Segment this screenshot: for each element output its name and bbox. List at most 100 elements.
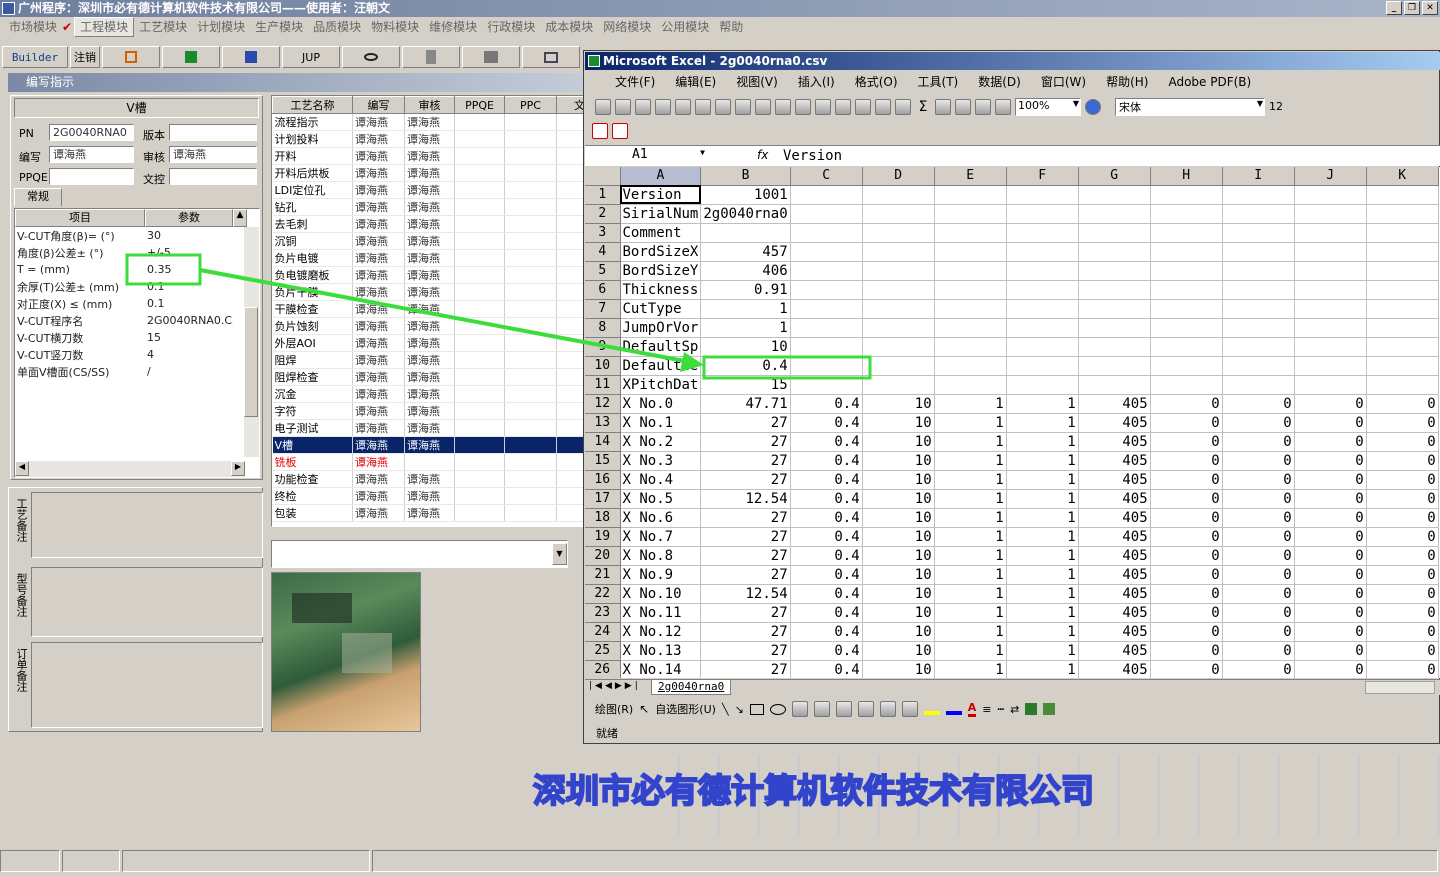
sheet-cell[interactable]: X No.4 <box>620 470 702 490</box>
sheet-cell[interactable] <box>1078 185 1151 205</box>
sheet-cell[interactable] <box>1222 185 1295 205</box>
sheet-cell[interactable]: 1 <box>1006 489 1079 509</box>
sheet-cell[interactable] <box>790 318 863 338</box>
excel-menu-item[interactable]: 插入(I) <box>798 73 835 90</box>
process-row[interactable]: 沉铜 谭海燕 谭海燕 <box>272 232 584 250</box>
sheet-cell[interactable] <box>1294 299 1367 319</box>
sheet-cell[interactable] <box>862 356 935 376</box>
menu-item-4[interactable]: 生产模块 <box>250 18 308 36</box>
excel-menu-item[interactable]: 文件(F) <box>615 73 655 90</box>
row-header[interactable]: 9 <box>585 337 621 357</box>
sheet-cell[interactable] <box>1366 280 1439 300</box>
sheet-cell[interactable]: 10 <box>862 603 935 623</box>
column-header[interactable]: B <box>700 167 791 186</box>
row-header[interactable]: 20 <box>585 546 621 566</box>
menu-item-10[interactable]: 网络模块 <box>598 18 656 36</box>
fill-color-icon[interactable] <box>923 703 940 715</box>
param-value[interactable]: 2G0040RNA0.CSV <box>145 312 233 329</box>
sheet-cell[interactable] <box>1366 337 1439 357</box>
sheet-cell[interactable] <box>1006 318 1079 338</box>
tool-icon-1[interactable] <box>102 46 160 68</box>
sheet-cell[interactable]: 0 <box>1366 660 1439 678</box>
sheet-cell[interactable]: 1 <box>934 546 1007 566</box>
scroll-thumb[interactable] <box>244 307 258 417</box>
sheet-cell[interactable] <box>1006 242 1079 262</box>
sheet-cell[interactable]: X No.7 <box>620 527 702 547</box>
sheet-cell[interactable]: 0 <box>1150 413 1223 433</box>
line-color-icon[interactable] <box>945 703 962 715</box>
sheet-cell[interactable]: 0 <box>1150 451 1223 471</box>
sheet-cell[interactable]: 10 <box>862 432 935 452</box>
name-box-dropdown-icon[interactable]: ▼ <box>700 148 705 157</box>
textbox-icon[interactable] <box>791 701 808 717</box>
sheet-cell[interactable]: 405 <box>1078 432 1151 452</box>
sheet-cell[interactable]: 1 <box>934 641 1007 661</box>
diagram-icon[interactable] <box>857 701 874 717</box>
process-row[interactable]: 钻孔 谭海燕 谭海燕 <box>272 198 584 216</box>
sheet-cell[interactable]: 27 <box>700 641 791 661</box>
column-header[interactable]: F <box>1006 167 1079 186</box>
sheet-cell[interactable] <box>1006 204 1079 224</box>
order-notes-field[interactable] <box>31 642 263 728</box>
sheet-cell[interactable]: 12.54 <box>700 489 791 509</box>
sheet-cell[interactable]: 405 <box>1078 508 1151 528</box>
sheet-cell[interactable]: 0 <box>1366 432 1439 452</box>
column-header[interactable]: G <box>1078 167 1151 186</box>
fx-icon[interactable]: fx <box>757 148 768 162</box>
sheet-cell[interactable]: 1 <box>934 584 1007 604</box>
sheet-cell[interactable] <box>790 356 863 376</box>
sheet-cell[interactable] <box>1078 242 1151 262</box>
row-header[interactable]: 4 <box>585 242 621 262</box>
sheet-cell[interactable]: 0 <box>1366 451 1439 471</box>
vertical-textbox-icon[interactable] <box>813 701 830 717</box>
dash-style-icon[interactable]: ┅ <box>998 703 1005 716</box>
sheet-cell[interactable]: 405 <box>1078 489 1151 509</box>
row-header[interactable]: 15 <box>585 451 621 471</box>
sheet-cell[interactable] <box>1294 261 1367 281</box>
process-header[interactable]: PPQE <box>454 96 505 114</box>
params-header-item[interactable]: 项目 <box>15 209 145 227</box>
row-header[interactable]: 5 <box>585 261 621 281</box>
sheet-cell[interactable]: 10 <box>862 546 935 566</box>
sheet-cell[interactable]: 10 <box>862 394 935 414</box>
sheet-cell[interactable] <box>934 337 1007 357</box>
sheet-cell[interactable] <box>862 204 935 224</box>
sheet-cell[interactable]: 1 <box>1006 584 1079 604</box>
sheet-cell[interactable]: 0 <box>1294 394 1367 414</box>
sheet-cell[interactable] <box>1222 223 1295 243</box>
sheet-cell[interactable]: 0.4 <box>790 641 863 661</box>
tab-general[interactable]: 常规 <box>14 188 62 206</box>
param-row[interactable]: 余厚(T)公差± (mm) 0.1 <box>15 278 233 295</box>
sheet-cell[interactable] <box>1078 375 1151 395</box>
param-row[interactable]: T = (mm) 0.35 <box>15 261 233 278</box>
menu-item-7[interactable]: 维修模块 <box>424 18 482 36</box>
sheet-cell[interactable]: 0 <box>1366 394 1439 414</box>
sheet-cell[interactable]: Thickness <box>620 280 702 300</box>
permission-icon[interactable] <box>655 98 671 115</box>
sheet-cell[interactable]: 0 <box>1150 489 1223 509</box>
sheet-cell[interactable] <box>1222 356 1295 376</box>
pdf-email-icon[interactable] <box>612 123 628 139</box>
sheet-cell[interactable]: 1 <box>1006 527 1079 547</box>
sheet-cell[interactable]: SirialNum <box>620 204 702 224</box>
process-combobox[interactable]: ▼ <box>271 540 568 568</box>
sheet-cell[interactable]: 405 <box>1078 527 1151 547</box>
menu-item-12[interactable]: 帮助 <box>714 18 748 36</box>
sheet-cell[interactable]: BordSizeX <box>620 242 702 262</box>
process-notes-field[interactable] <box>31 492 263 558</box>
font-color-icon[interactable]: A <box>967 701 977 717</box>
sheet-cell[interactable] <box>1006 223 1079 243</box>
param-row[interactable]: 对正度(X) ≤ (mm) 0.1 <box>15 295 233 312</box>
sheet-cell[interactable]: 405 <box>1078 622 1151 642</box>
name-box[interactable]: A1 ▼ <box>587 147 709 165</box>
sheet-cell[interactable] <box>862 337 935 357</box>
sheet-cell[interactable]: 0 <box>1150 508 1223 528</box>
menu-item-0[interactable]: 市场模块 <box>4 18 62 36</box>
shadow-icon[interactable] <box>1025 703 1038 715</box>
sheet-cell[interactable]: Version <box>620 185 702 205</box>
sheet-cell[interactable]: 1 <box>700 299 791 319</box>
sheet-cell[interactable]: 0 <box>1222 546 1295 566</box>
sheet-cell[interactable]: X No.2 <box>620 432 702 452</box>
sheet-cell[interactable]: 0 <box>1150 603 1223 623</box>
sheet-cell[interactable]: 1 <box>934 622 1007 642</box>
